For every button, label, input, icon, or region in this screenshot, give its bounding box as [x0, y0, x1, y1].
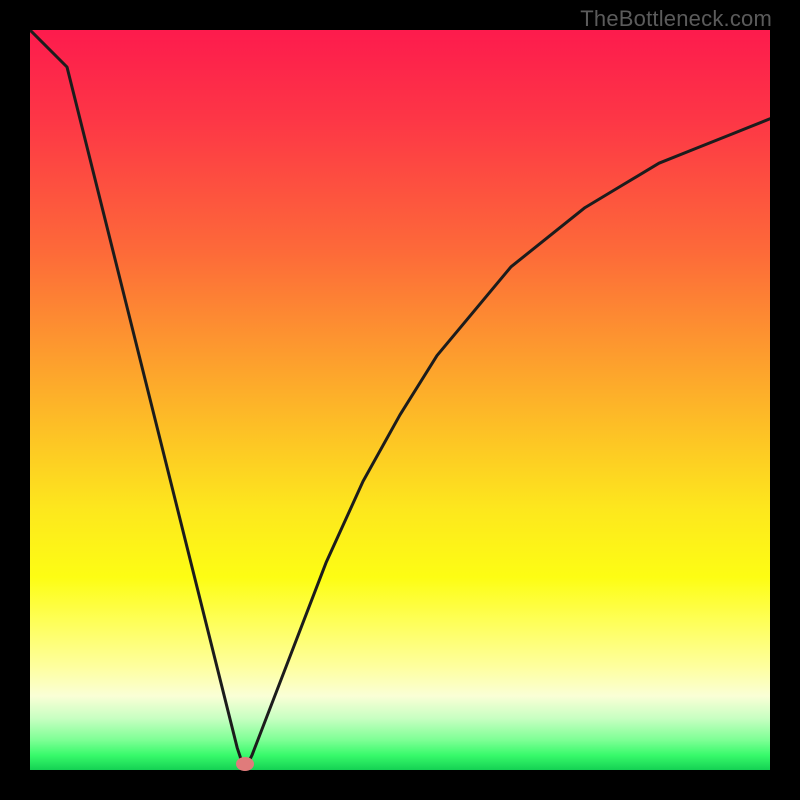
watermark-text: TheBottleneck.com [580, 6, 772, 32]
chart-frame: TheBottleneck.com [0, 0, 800, 800]
plot-area [30, 30, 770, 770]
minimum-marker [236, 757, 254, 771]
bottleneck-curve [30, 30, 770, 770]
